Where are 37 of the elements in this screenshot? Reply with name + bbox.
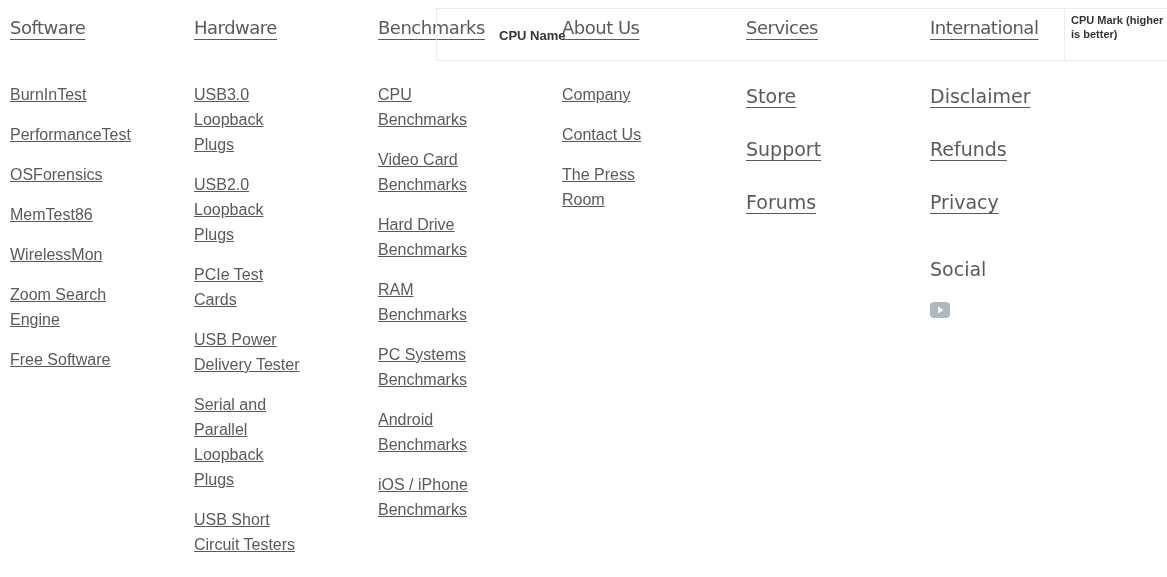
section-link[interactable]: Forums (746, 188, 817, 216)
footer-link[interactable]: Company (562, 82, 631, 107)
footer-link[interactable]: USB2.0 Loopback Plugs (194, 172, 302, 247)
footer-link[interactable]: USB3.0 Loopback Plugs (194, 82, 302, 157)
play-icon[interactable] (930, 302, 950, 318)
column-header[interactable]: CPU Mark (higher is better) (1071, 13, 1167, 41)
footer-link[interactable]: WirelessMon (10, 242, 103, 267)
footer-link[interactable]: Zoom Search Engine (10, 282, 118, 332)
footer-link[interactable]: Free Software (10, 347, 111, 372)
footer-link[interactable]: MemTest86 (10, 202, 93, 227)
footer-link[interactable]: RAM Benchmarks (378, 277, 486, 327)
footer-link[interactable]: USB Short Circuit Testers (194, 507, 302, 557)
section-link[interactable]: Disclaimer (930, 82, 1031, 110)
footer-heading[interactable]: Services (746, 14, 818, 42)
footer-link[interactable]: Video Card Benchmarks (378, 147, 486, 197)
footer-heading[interactable]: Software (10, 14, 86, 42)
footer-link[interactable]: Android Benchmarks (378, 407, 486, 457)
footer-link[interactable]: USB Power Delivery Tester (194, 327, 302, 377)
footer-link[interactable]: OSForensics (10, 162, 103, 187)
footer-link[interactable]: BurnInTest (10, 82, 87, 107)
footer-heading[interactable]: Hardware (194, 14, 277, 42)
footer-link[interactable]: iOS / iPhone Benchmarks (378, 472, 486, 522)
footer-link[interactable]: Hard Drive Benchmarks (378, 212, 486, 262)
footer-link[interactable]: Contact Us (562, 122, 642, 147)
footer-heading[interactable]: International (930, 14, 1039, 42)
section-link[interactable]: Privacy (930, 188, 999, 216)
footer-link[interactable]: CPU Benchmarks (378, 82, 486, 132)
footer-link[interactable]: Serial and Parallel Loopback Plugs (194, 392, 302, 492)
footer-link[interactable]: PCIe Test Cards (194, 262, 302, 312)
section-link[interactable]: Store (746, 82, 797, 110)
section-link[interactable]: Support (746, 135, 822, 163)
footer-link[interactable]: PC Systems Benchmarks (378, 342, 486, 392)
social-heading: Social (930, 257, 987, 282)
footer-heading[interactable]: Benchmarks (378, 14, 485, 42)
footer-link[interactable]: The Press Room (562, 162, 670, 212)
section-link[interactable]: Refunds (930, 135, 1007, 163)
footer-link[interactable]: PerformanceTest (10, 122, 131, 147)
